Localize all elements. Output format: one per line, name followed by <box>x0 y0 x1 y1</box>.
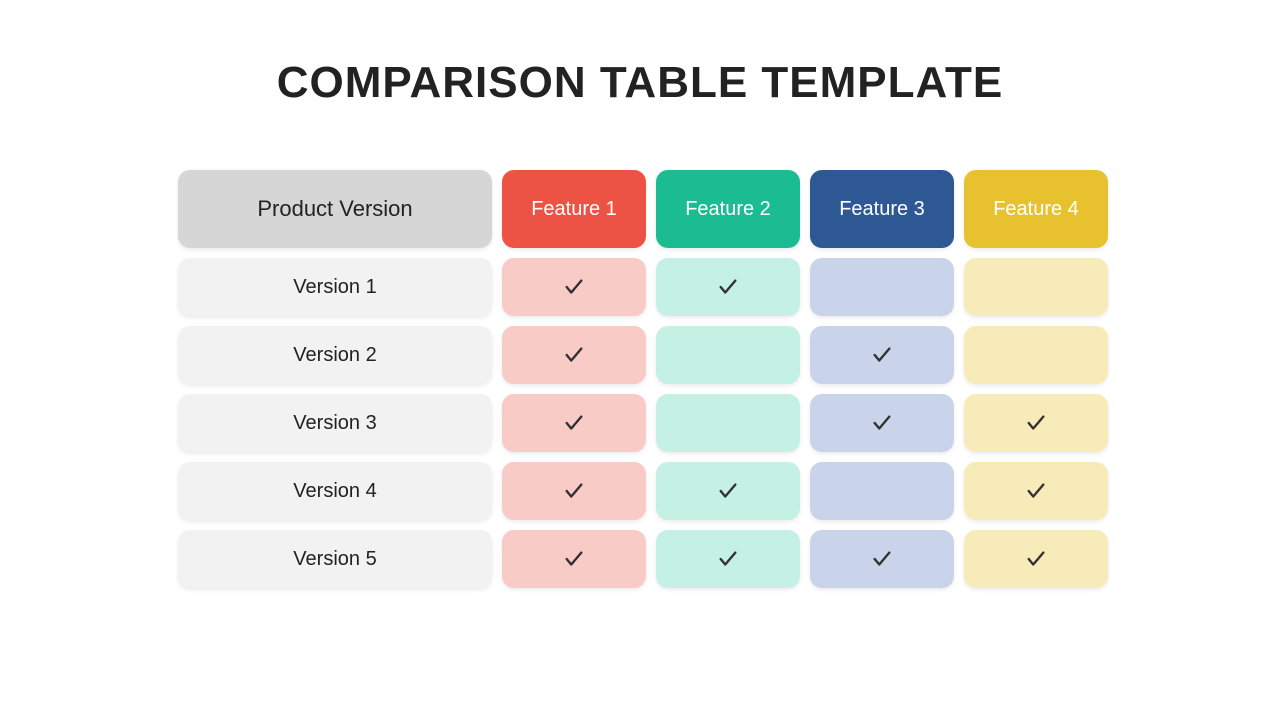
cell-value <box>810 258 954 316</box>
table-row: Version 4 <box>178 462 1118 520</box>
row-label: Version 2 <box>178 326 492 384</box>
row-label: Version 3 <box>178 394 492 452</box>
check-icon <box>1025 412 1047 434</box>
feature-header-1: Feature 1 <box>502 170 646 248</box>
table-row: Version 3 <box>178 394 1118 452</box>
row-header-cell: Product Version <box>178 170 492 248</box>
feature-header-2: Feature 2 <box>656 170 800 248</box>
cell-value <box>964 530 1108 588</box>
check-icon <box>871 344 893 366</box>
cell-value <box>964 394 1108 452</box>
cell-value <box>964 462 1108 520</box>
check-icon <box>563 480 585 502</box>
cell-value <box>502 530 646 588</box>
table-row: Version 5 <box>178 530 1118 588</box>
cell-value <box>810 462 954 520</box>
comparison-table: Product Version Feature 1 Feature 2 Feat… <box>178 170 1118 598</box>
cell-value <box>502 462 646 520</box>
cell-value <box>810 530 954 588</box>
cell-value <box>810 326 954 384</box>
feature-header-4: Feature 4 <box>964 170 1108 248</box>
row-label: Version 4 <box>178 462 492 520</box>
check-icon <box>563 548 585 570</box>
cell-value <box>502 394 646 452</box>
cell-value <box>656 258 800 316</box>
row-label: Version 1 <box>178 258 492 316</box>
cell-value <box>502 258 646 316</box>
cell-value <box>964 326 1108 384</box>
row-label: Version 5 <box>178 530 492 588</box>
table-header-row: Product Version Feature 1 Feature 2 Feat… <box>178 170 1118 248</box>
check-icon <box>717 548 739 570</box>
check-icon <box>871 412 893 434</box>
check-icon <box>563 412 585 434</box>
cell-value <box>964 258 1108 316</box>
table-row: Version 2 <box>178 326 1118 384</box>
cell-value <box>810 394 954 452</box>
check-icon <box>563 276 585 298</box>
cell-value <box>502 326 646 384</box>
check-icon <box>871 548 893 570</box>
check-icon <box>1025 480 1047 502</box>
check-icon <box>1025 548 1047 570</box>
check-icon <box>717 276 739 298</box>
cell-value <box>656 462 800 520</box>
feature-header-3: Feature 3 <box>810 170 954 248</box>
table-row: Version 1 <box>178 258 1118 316</box>
check-icon <box>717 480 739 502</box>
cell-value <box>656 394 800 452</box>
page-title: COMPARISON TABLE TEMPLATE <box>0 0 1280 108</box>
cell-value <box>656 326 800 384</box>
check-icon <box>563 344 585 366</box>
cell-value <box>656 530 800 588</box>
